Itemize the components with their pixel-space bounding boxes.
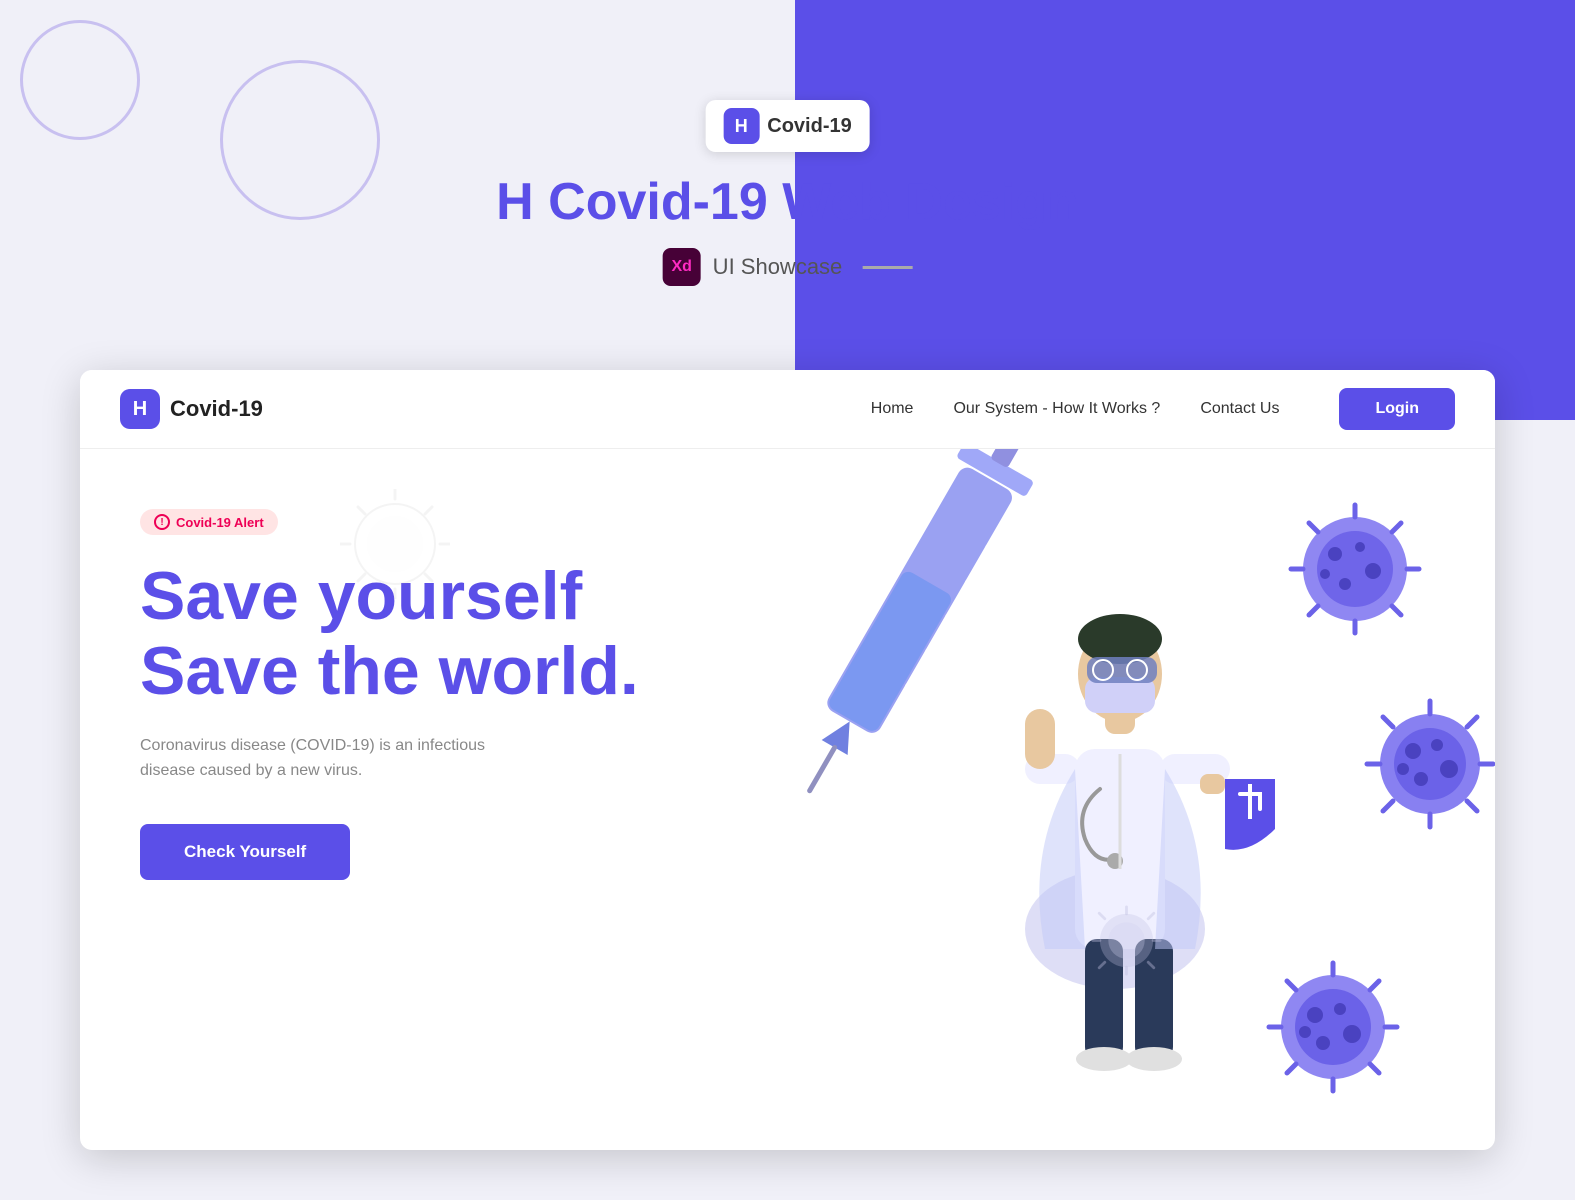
presentation-card: H Covid-19 H Covid-19 Web Design Xd UI S… bbox=[496, 100, 1079, 286]
deco-circle-1 bbox=[20, 20, 140, 140]
pres-logo-text: Covid-19 bbox=[767, 115, 851, 138]
website-mockup: H Covid-19 Home Our System - How It Work… bbox=[80, 370, 1495, 1150]
hero-section: ! Covid-19 Alert Save yourself Save the … bbox=[80, 449, 1495, 1129]
pres-line bbox=[862, 266, 912, 269]
hero-description: Coronavirus disease (COVID-19) is an inf… bbox=[140, 733, 540, 784]
hero-illustration bbox=[735, 449, 1495, 1129]
alert-text: Covid-19 Alert bbox=[176, 515, 264, 530]
pres-logo-icon: H bbox=[723, 108, 759, 144]
nav-logo: H Covid-19 bbox=[120, 389, 263, 429]
check-yourself-button[interactable]: Check Yourself bbox=[140, 824, 350, 880]
alert-badge: ! Covid-19 Alert bbox=[140, 509, 278, 535]
deco-virus-bg-1 bbox=[340, 489, 450, 599]
login-button[interactable]: Login bbox=[1339, 388, 1455, 430]
alert-icon: ! bbox=[154, 514, 170, 530]
xd-badge: Xd bbox=[663, 248, 701, 286]
pres-logo: H Covid-19 bbox=[705, 100, 869, 152]
pres-title: H Covid-19 Web Design bbox=[496, 172, 1079, 232]
nav-item-system[interactable]: Our System - How It Works ? bbox=[953, 400, 1160, 418]
pres-subtitle-row: Xd UI Showcase bbox=[496, 248, 1079, 286]
pres-subtitle: UI Showcase bbox=[713, 254, 843, 280]
navbar: H Covid-19 Home Our System - How It Work… bbox=[80, 370, 1495, 449]
nav-logo-text: Covid-19 bbox=[170, 396, 263, 422]
nav-item-home[interactable]: Home bbox=[871, 400, 914, 418]
nav-logo-icon: H bbox=[120, 389, 160, 429]
nav-item-contact[interactable]: Contact Us bbox=[1200, 400, 1279, 418]
nav-links: Home Our System - How It Works ? Contact… bbox=[871, 400, 1280, 418]
deco-circle-2 bbox=[220, 60, 380, 220]
